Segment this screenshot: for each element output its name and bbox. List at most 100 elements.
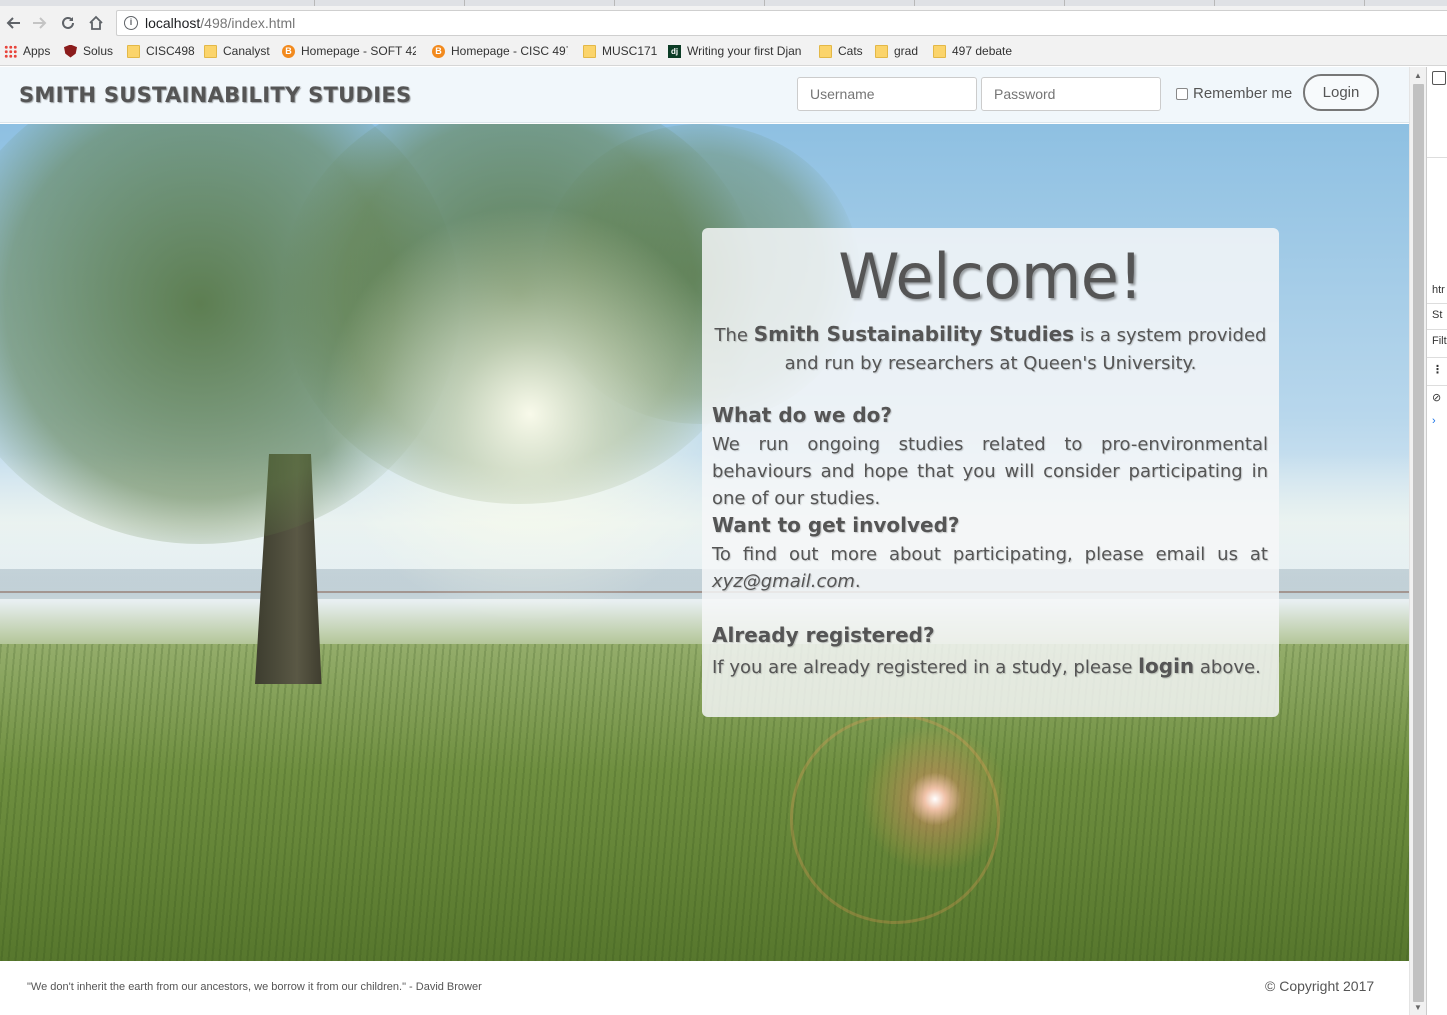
url-text: localhost/498/index.html — [145, 15, 295, 31]
tab-separator — [1364, 0, 1365, 6]
tab-separator — [1064, 0, 1065, 6]
bookmark-homepage-cisc[interactable]: B Homepage - CISC 497 — [432, 42, 568, 60]
tab-separator — [764, 0, 765, 6]
section-registered-heading: Already registered? — [712, 623, 935, 647]
info-icon[interactable]: i — [124, 16, 138, 30]
bookmark-label: 497 debate — [952, 44, 1013, 58]
home-button[interactable] — [85, 12, 107, 34]
tab-separator — [464, 0, 465, 6]
more-icon[interactable]: ⋮ — [1432, 363, 1443, 376]
bookmark-cats[interactable]: Cats — [819, 42, 863, 60]
bookmark-label: Homepage - CISC 497 — [451, 44, 568, 58]
forward-button[interactable] — [29, 12, 51, 34]
page-scrollbar[interactable]: ▲ ▼ — [1409, 67, 1426, 1015]
url-host: localhost — [145, 15, 201, 31]
tab-separator — [314, 0, 315, 6]
contact-email: xyz@gmail.com — [712, 571, 855, 592]
coin-icon: B — [432, 44, 445, 58]
django-icon: dj — [668, 44, 681, 58]
reload-icon — [62, 16, 74, 29]
devtools-divider — [1427, 385, 1447, 386]
inspect-icon[interactable] — [1432, 71, 1446, 85]
intro-the: The — [714, 325, 748, 346]
site-brand[interactable]: SMITH SUSTAINABILITY STUDIES — [19, 83, 411, 107]
checkbox-box[interactable] — [1176, 87, 1188, 100]
back-arrow-icon — [6, 17, 20, 29]
bookmark-label: Writing your first Djan — [687, 44, 802, 58]
bookmark-homepage-soft[interactable]: B Homepage - SOFT 42 — [282, 42, 416, 60]
tab-separator — [914, 0, 915, 6]
registered-before: If you are already registered in a study… — [712, 657, 1133, 678]
tab-separator — [614, 0, 615, 6]
folder-icon — [583, 44, 596, 58]
bookmark-label: Solus — [83, 44, 114, 58]
folder-icon — [819, 44, 832, 58]
section-involved-heading: Want to get involved? — [712, 513, 960, 537]
bookmark-label: Canalyst — [223, 44, 270, 58]
bookmark-label: grad — [894, 44, 919, 58]
folder-icon — [204, 44, 217, 58]
bookmark-cisc498[interactable]: CISC498 — [127, 42, 195, 60]
devtools-text: htr — [1432, 284, 1445, 296]
bookmark-label: CISC498 — [146, 44, 195, 58]
bookmark-497-debate[interactable]: 497 debate — [933, 42, 1012, 60]
bookmark-solus[interactable]: Solus — [64, 42, 113, 60]
section-involved-text: To find out more about participating, pl… — [712, 544, 1268, 592]
console-prompt-icon[interactable]: › — [1432, 415, 1436, 427]
username-input[interactable] — [797, 77, 977, 111]
devtools-filter[interactable]: Filt — [1432, 335, 1447, 347]
bookmark-django[interactable]: dj Writing your first Djan — [668, 42, 804, 60]
browser-chrome: i localhost/498/index.html Apps Solus CI… — [0, 0, 1447, 66]
bookmark-label: Homepage - SOFT 42 — [301, 44, 416, 58]
bookmark-musc171[interactable]: MUSC171 — [583, 42, 657, 60]
involved-text: To find out more about participating, pl… — [712, 544, 1268, 565]
footer-quote: "We don't inherit the earth from our anc… — [27, 981, 482, 993]
sun-glow — [320, 204, 740, 624]
bookmark-grad[interactable]: grad — [875, 42, 918, 60]
welcome-intro: The Smith Sustainability Studies is a sy… — [712, 320, 1269, 378]
scrollbar-thumb[interactable] — [1413, 84, 1424, 1002]
bookmark-apps[interactable]: Apps — [4, 42, 50, 60]
remember-me-label: Remember me — [1193, 85, 1293, 102]
devtools-divider — [1427, 303, 1447, 304]
hero-background: Welcome! The Smith Sustainability Studie… — [0, 124, 1409, 961]
password-input[interactable] — [981, 77, 1161, 111]
login-button[interactable]: Login — [1303, 74, 1379, 111]
bookmark-label: MUSC171 — [602, 44, 658, 58]
login-link[interactable]: login — [1138, 654, 1194, 678]
section-registered-text: If you are already registered in a study… — [712, 653, 1268, 681]
bookmark-label: Cats — [838, 44, 863, 58]
page-viewport: SMITH SUSTAINABILITY STUDIES Remember me… — [0, 67, 1409, 1015]
folder-icon — [875, 44, 888, 58]
footer-copyright: © Copyright 2017 — [1265, 978, 1375, 994]
home-icon — [89, 15, 103, 30]
folder-icon — [127, 44, 140, 58]
bookmarks-bar: Apps Solus CISC498 Canalyst B Homepage - … — [0, 40, 1447, 62]
devtools-divider — [1427, 157, 1447, 158]
bookmark-label: Apps — [23, 44, 51, 58]
section-what-heading: What do we do? — [712, 403, 892, 427]
devtools-divider — [1427, 329, 1447, 330]
remember-me-checkbox[interactable]: Remember me — [1176, 85, 1292, 102]
site-footer: "We don't inherit the earth from our anc… — [0, 961, 1409, 1015]
registered-after: above. — [1199, 657, 1261, 678]
coin-icon: B — [282, 44, 295, 58]
reload-button[interactable] — [57, 12, 79, 34]
address-bar[interactable]: i localhost/498/index.html — [116, 10, 1447, 36]
intro-site-name: Smith Sustainability Studies — [753, 322, 1075, 346]
tab-separator — [1214, 0, 1215, 6]
folder-icon — [933, 44, 946, 58]
block-icon[interactable]: ⊘ — [1432, 391, 1441, 404]
lens-flare — [860, 724, 1010, 874]
devtools-panel: htr St Filt ⋮ ⊘ › — [1426, 67, 1447, 1015]
tab-strip — [0, 0, 1447, 6]
devtools-divider — [1427, 357, 1447, 358]
welcome-card: Welcome! The Smith Sustainability Studie… — [702, 228, 1279, 717]
bookmark-canalyst[interactable]: Canalyst — [204, 42, 270, 60]
shield-icon — [64, 44, 77, 58]
scroll-up-icon[interactable]: ▲ — [1414, 71, 1422, 80]
section-what-text: We run ongoing studies related to pro-en… — [712, 434, 1268, 509]
back-button[interactable] — [2, 12, 24, 34]
forward-arrow-icon — [33, 17, 47, 29]
scroll-down-icon[interactable]: ▼ — [1414, 1003, 1422, 1012]
